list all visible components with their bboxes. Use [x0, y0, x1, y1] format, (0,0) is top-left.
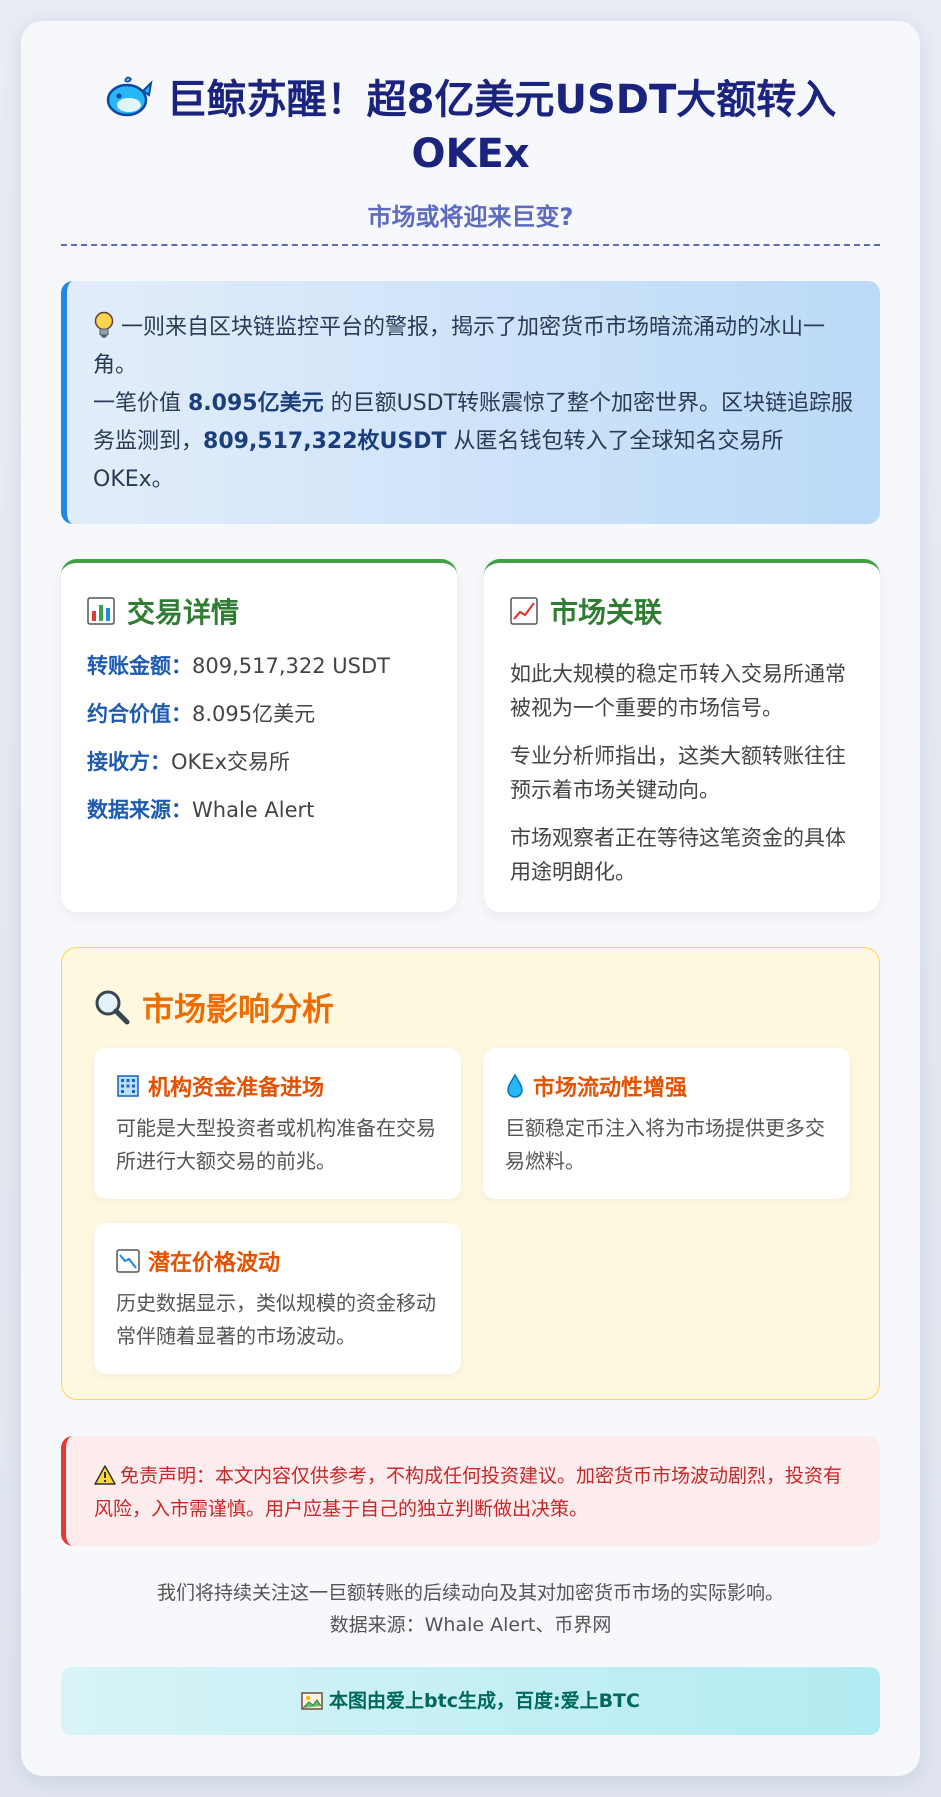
impact-card-title: 潜在价格波动	[116, 1245, 439, 1277]
picture-icon	[301, 1692, 323, 1710]
detail-value: 8.095亿美元	[192, 702, 316, 726]
impact-card-desc: 可能是大型投资者或机构准备在交易所进行大额交易的前兆。	[116, 1116, 436, 1173]
detail-value: 809,517,322 USDT	[192, 654, 390, 678]
impact-card-title-text: 潜在价格波动	[148, 1251, 281, 1276]
impact-title: 市场影响分析	[94, 984, 334, 1030]
impact-card-liquidity: 市场流动性增强 巨额稳定币注入将为市场提供更多交易燃料。	[483, 1048, 850, 1199]
market-panel: 市场关联 如此大规模的稳定币转入交易所通常被视为一个重要的市场信号。 专业分析师…	[484, 559, 880, 912]
details-panel: 交易详情 转账金额：809,517,322 USDT 约合价值：8.095亿美元…	[61, 559, 457, 912]
footer-source: 数据来源：Whale Alert、币界网	[329, 1614, 612, 1636]
intro-text-pre: 一笔价值	[93, 391, 188, 416]
warning-icon	[94, 1465, 116, 1485]
bar-chart-icon	[87, 597, 115, 625]
header-divider	[61, 244, 880, 246]
disclaimer-box: 免责声明：本文内容仅供参考，不构成任何投资建议。加密货币市场波动剧烈，投资有风险…	[61, 1436, 880, 1546]
market-paragraph: 如此大规模的稳定币转入交易所通常被视为一个重要的市场信号。	[510, 662, 846, 720]
detail-row-receiver: 接收方：OKEx交易所	[87, 749, 433, 775]
impact-card-title-text: 机构资金准备进场	[148, 1076, 325, 1101]
impact-card-title: 市场流动性增强	[505, 1070, 828, 1102]
detail-label: 数据来源：	[87, 798, 192, 822]
intro-text-1: 一则来自区块链监控平台的警报，揭示了加密货币市场暗流涌动的冰山一角。	[93, 315, 826, 378]
impact-card-institutional: 机构资金准备进场 可能是大型投资者或机构准备在交易所进行大额交易的前兆。	[94, 1048, 461, 1199]
detail-row-amount: 转账金额：809,517,322 USDT	[87, 653, 433, 679]
impact-title-text: 市场影响分析	[142, 990, 335, 1028]
page-title-text: 巨鲸苏醒！超8亿美元USDT大额转入OKEx	[166, 77, 837, 177]
market-paragraph: 专业分析师指出，这类大额转账往往预示着市场关键动向。	[510, 744, 846, 802]
magnifier-icon	[95, 990, 130, 1025]
page-title: 巨鲸苏醒！超8亿美元USDT大额转入OKEx	[101, 73, 841, 181]
detail-value: Whale Alert	[192, 798, 315, 822]
detail-row-source: 数据来源：Whale Alert	[87, 797, 433, 823]
impact-card-title: 机构资金准备进场	[116, 1070, 439, 1102]
detail-label: 接收方：	[87, 750, 171, 774]
intro-amount: 809,517,322枚USDT	[203, 429, 447, 454]
intro-box: 一则来自区块链监控平台的警报，揭示了加密货币市场暗流涌动的冰山一角。 一笔价值 …	[61, 281, 880, 524]
market-title: 市场关联	[510, 591, 856, 631]
disclaimer-text: 免责声明：本文内容仅供参考，不构成任何投资建议。加密货币市场波动剧烈，投资有风险…	[94, 1465, 843, 1520]
detail-value: OKEx交易所	[171, 750, 290, 774]
detail-row-value: 约合价值：8.095亿美元	[87, 701, 433, 727]
footer: 我们将持续关注这一巨额转账的后续动向及其对加密货币市场的实际影响。 数据来源：W…	[21, 1577, 920, 1641]
office-building-icon	[117, 1075, 139, 1097]
header: 巨鲸苏醒！超8亿美元USDT大额转入OKEx 市场或将迎来巨变?	[21, 73, 920, 232]
droplet-icon	[507, 1073, 523, 1098]
whale-icon	[106, 76, 153, 117]
intro-value: 8.095亿美元	[188, 391, 324, 416]
detail-label: 约合价值：	[87, 702, 192, 726]
trend-down-icon	[116, 1249, 140, 1273]
details-title: 交易详情	[87, 591, 433, 631]
trend-up-icon	[510, 597, 538, 625]
impact-card-title-text: 市场流动性增强	[533, 1076, 688, 1101]
article-card: 巨鲸苏醒！超8亿美元USDT大额转入OKEx 市场或将迎来巨变? 一则来自区块链…	[21, 21, 920, 1776]
credit-banner: 本图由爱上btc生成，百度:爱上BTC	[61, 1667, 880, 1735]
lightbulb-icon	[94, 311, 114, 338]
impact-section: 市场影响分析 机构资金准备进场 可能是大型投资者或机构准备在交易所进行大额交易的…	[61, 947, 880, 1400]
detail-label: 转账金额：	[87, 654, 192, 678]
footer-line: 我们将持续关注这一巨额转账的后续动向及其对加密货币市场的实际影响。	[156, 1582, 784, 1604]
intro-line-2: 一笔价值 8.095亿美元 的巨额USDT转账震惊了整个加密世界。区块链追踪服务…	[93, 385, 856, 499]
intro-line-1: 一则来自区块链监控平台的警报，揭示了加密货币市场暗流涌动的冰山一角。	[93, 309, 856, 385]
impact-card-desc: 历史数据显示，类似规模的资金移动常伴随着显著的市场波动。	[116, 1291, 436, 1348]
impact-card-desc: 巨额稳定币注入将为市场提供更多交易燃料。	[505, 1116, 825, 1173]
credit-text: 本图由爱上btc生成，百度:爱上BTC	[329, 1690, 640, 1712]
market-paragraph: 市场观察者正在等待这笔资金的具体用途明朗化。	[510, 826, 846, 884]
details-title-text: 交易详情	[127, 596, 240, 629]
impact-card-volatility: 潜在价格波动 历史数据显示，类似规模的资金移动常伴随着显著的市场波动。	[94, 1223, 461, 1374]
page-subtitle: 市场或将迎来巨变?	[367, 203, 574, 231]
market-title-text: 市场关联	[550, 596, 663, 629]
